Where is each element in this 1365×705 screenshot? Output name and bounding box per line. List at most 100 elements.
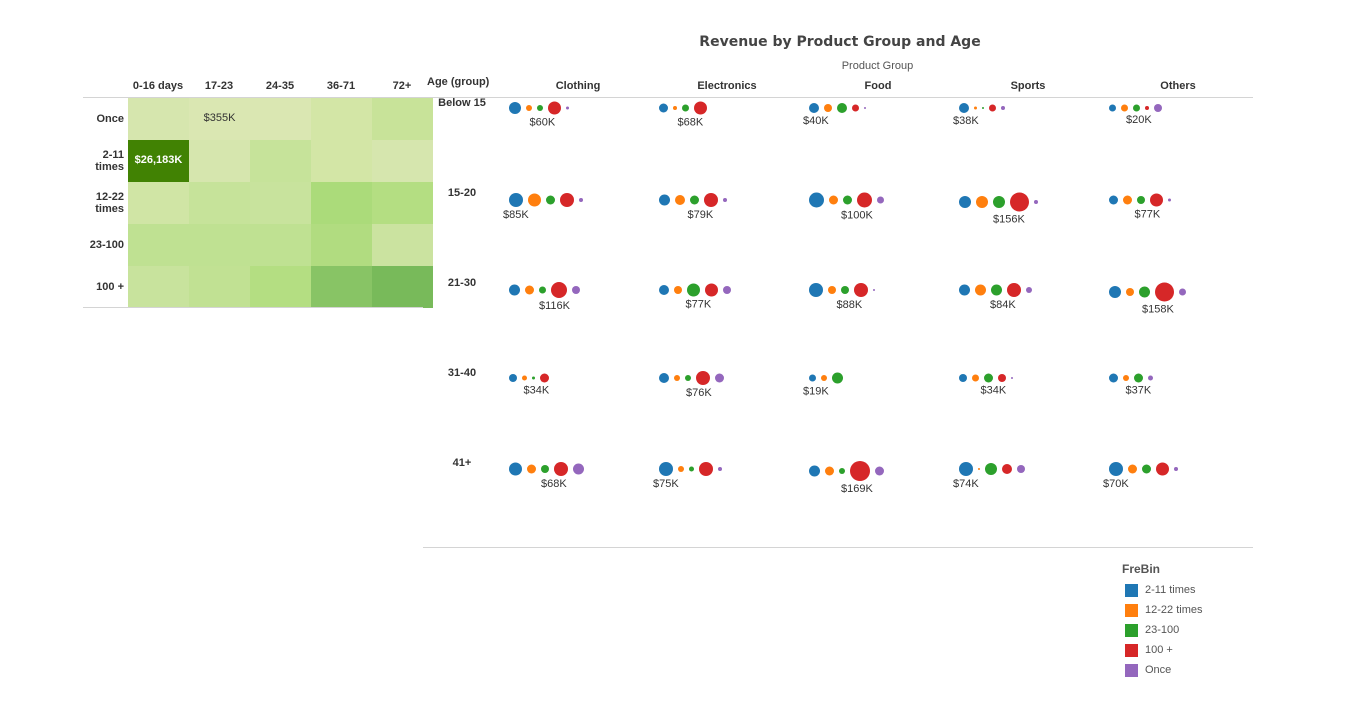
bubble-2-11-times[interactable] (959, 462, 973, 476)
bubble-2-11-times[interactable] (1109, 462, 1123, 476)
bubble-12-22-times[interactable] (828, 286, 836, 294)
bubble-2-11-times[interactable] (509, 102, 521, 114)
bubble-2-11-times[interactable] (509, 284, 520, 296)
bubble-12-22-times[interactable] (974, 106, 977, 110)
bubble-23-100[interactable] (837, 103, 847, 113)
legend-item[interactable]: 100 + (1122, 640, 1202, 660)
bubble-12-22-times[interactable] (1128, 464, 1137, 474)
bubble-100[interactable] (854, 283, 868, 297)
bubble-12-22-times[interactable] (522, 375, 527, 381)
bubble-100[interactable] (1010, 192, 1029, 212)
bubble-once[interactable] (723, 198, 727, 202)
bubble-12-22-times[interactable] (525, 285, 534, 295)
bubble-23-100[interactable] (1133, 104, 1140, 112)
bubble-100[interactable] (540, 373, 549, 383)
bubble-23-100[interactable] (685, 375, 691, 381)
bubble-12-22-times[interactable] (975, 284, 986, 296)
bubble-12-22-times[interactable] (526, 105, 532, 111)
bubble-12-22-times[interactable] (678, 466, 684, 472)
bubble-100[interactable] (998, 374, 1006, 382)
bubble-once[interactable] (1148, 375, 1153, 381)
bubble-12-22-times[interactable] (673, 106, 677, 110)
bubble-12-22-times[interactable] (976, 196, 988, 208)
bubble-once[interactable] (877, 196, 884, 204)
bubble-100[interactable] (857, 192, 872, 208)
bubble-once[interactable] (566, 106, 569, 110)
bubble-2-11-times[interactable] (809, 283, 823, 297)
bubble-23-100[interactable] (690, 195, 699, 205)
bubble-once[interactable] (1174, 467, 1178, 471)
bubble-2-11-times[interactable] (659, 194, 670, 206)
bubble-2-11-times[interactable] (959, 284, 970, 296)
bubble-23-100[interactable] (539, 286, 546, 294)
bubble-100[interactable] (1007, 283, 1021, 297)
bubble-once[interactable] (572, 286, 580, 294)
bubble-12-22-times[interactable] (1126, 288, 1134, 296)
bubble-2-11-times[interactable] (1109, 286, 1121, 298)
bubble-once[interactable] (1154, 104, 1162, 112)
bubble-2-11-times[interactable] (809, 465, 820, 477)
bubble-23-100[interactable] (991, 284, 1002, 296)
bubble-2-11-times[interactable] (959, 374, 967, 382)
bubble-2-11-times[interactable] (659, 373, 669, 383)
bubble-23-100[interactable] (541, 465, 549, 473)
bubble-12-22-times[interactable] (527, 464, 536, 474)
bubble-12-22-times[interactable] (972, 374, 979, 382)
bubble-2-11-times[interactable] (509, 374, 517, 382)
bubble-23-100[interactable] (1139, 286, 1150, 298)
bubble-2-11-times[interactable] (1109, 195, 1118, 205)
bubble-100[interactable] (1150, 193, 1163, 207)
bubble-23-100[interactable] (982, 107, 984, 109)
bubble-12-22-times[interactable] (1121, 104, 1128, 112)
bubble-100[interactable] (989, 104, 996, 112)
bubble-12-22-times[interactable] (675, 195, 685, 205)
bubble-12-22-times[interactable] (829, 195, 838, 205)
bubble-2-11-times[interactable] (659, 462, 673, 476)
bubble-once[interactable] (1034, 200, 1038, 204)
bubble-2-11-times[interactable] (509, 193, 523, 207)
bubble-12-22-times[interactable] (824, 104, 832, 112)
bubble-23-100[interactable] (843, 195, 852, 205)
bubble-once[interactable] (873, 289, 875, 291)
bubble-once[interactable] (875, 466, 884, 476)
bubble-2-11-times[interactable] (809, 192, 824, 208)
legend-item[interactable]: 23-100 (1122, 620, 1202, 640)
bubble-100[interactable] (1002, 464, 1012, 474)
bubble-once[interactable] (1168, 198, 1171, 202)
bubble-12-22-times[interactable] (1123, 375, 1129, 381)
bubble-100[interactable] (548, 101, 561, 115)
bubble-23-100[interactable] (1142, 464, 1151, 474)
legend-item[interactable]: 12-22 times (1122, 600, 1202, 620)
bubble-23-100[interactable] (532, 376, 535, 380)
bubble-once[interactable] (718, 467, 722, 471)
bubble-once[interactable] (1011, 377, 1013, 379)
bubble-100[interactable] (694, 101, 707, 115)
bubble-2-11-times[interactable] (509, 462, 522, 476)
bubble-2-11-times[interactable] (809, 374, 816, 382)
bubble-once[interactable] (715, 373, 724, 383)
legend-item[interactable]: 2-11 times (1122, 580, 1202, 600)
bubble-2-11-times[interactable] (659, 103, 668, 113)
bubble-23-100[interactable] (841, 286, 849, 294)
bubble-once[interactable] (573, 463, 584, 475)
bubble-once[interactable] (579, 198, 583, 202)
bubble-100[interactable] (852, 104, 859, 112)
bubble-once[interactable] (1026, 287, 1032, 293)
bubble-23-100[interactable] (1137, 196, 1145, 204)
bubble-23-100[interactable] (832, 372, 843, 384)
bubble-once[interactable] (1179, 288, 1186, 296)
bubble-12-22-times[interactable] (1123, 195, 1132, 205)
bubble-23-100[interactable] (689, 466, 694, 472)
bubble-100[interactable] (696, 371, 710, 385)
bubble-2-11-times[interactable] (1109, 104, 1116, 112)
bubble-once[interactable] (1001, 106, 1005, 110)
bubble-23-100[interactable] (537, 105, 543, 111)
bubble-100[interactable] (1155, 282, 1174, 302)
bubble-23-100[interactable] (839, 468, 845, 474)
bubble-2-11-times[interactable] (809, 103, 819, 113)
bubble-2-11-times[interactable] (959, 196, 971, 208)
bubble-23-100[interactable] (993, 196, 1005, 208)
bubble-23-100[interactable] (984, 373, 993, 383)
bubble-2-11-times[interactable] (959, 103, 969, 113)
bubble-100[interactable] (699, 462, 713, 476)
